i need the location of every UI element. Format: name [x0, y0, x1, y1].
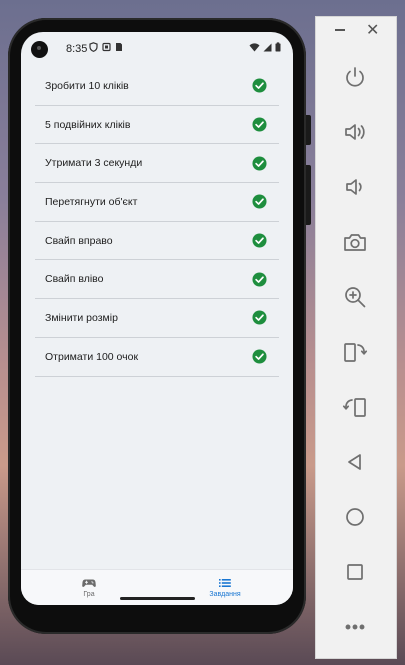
status-notification-icons [89, 42, 123, 52]
rotate-left-icon [344, 343, 368, 362]
front-camera [31, 41, 48, 58]
task-item[interactable]: Свайп вліво [35, 260, 279, 300]
task-label: Свайп вправо [45, 234, 113, 247]
status-system-icons [249, 42, 281, 52]
task-item[interactable]: Змінити розмір [35, 299, 279, 338]
back-button[interactable] [341, 448, 369, 476]
screenshot-button[interactable] [341, 228, 369, 256]
task-label: Зробити 10 кліків [45, 79, 129, 92]
check-circle-icon [252, 233, 267, 248]
phone-power-key [306, 115, 311, 145]
task-label: Отримати 100 очок [45, 350, 139, 363]
status-bar: 8:35 [21, 32, 293, 66]
check-circle-icon [252, 272, 267, 287]
task-item[interactable]: Отримати 100 очок [35, 338, 279, 377]
shield-icon [89, 42, 98, 52]
status-time: 8:35 [66, 43, 88, 55]
sd-card-icon [116, 43, 122, 51]
overview-icon [347, 564, 363, 580]
more-icon [345, 624, 365, 630]
camera-icon [344, 234, 366, 251]
phone-volume-key [306, 165, 311, 225]
check-circle-icon [252, 194, 267, 209]
minimize-icon[interactable] [335, 29, 345, 31]
task-list: Зробити 10 кліків 5 подвійних кліків Утр… [35, 67, 279, 377]
phone-screen: 8:35 Зробити 10 кліків 5 подвійних клікі… [21, 32, 293, 605]
list-icon [219, 579, 231, 587]
volume-down-icon [346, 179, 362, 195]
back-icon [348, 454, 361, 470]
task-label: Утримати 3 секунди [45, 157, 143, 170]
rotate-right-icon [342, 398, 366, 417]
wifi-icon [249, 42, 260, 51]
zoom-icon [345, 287, 366, 308]
volume-up-icon [345, 124, 365, 140]
check-circle-icon [252, 156, 267, 171]
check-circle-icon [252, 310, 267, 325]
check-circle-icon [252, 349, 267, 364]
task-label: 5 подвійних кліків [45, 118, 131, 131]
signal-icon [263, 43, 272, 51]
home-button[interactable] [341, 503, 369, 531]
nav-game-label: Гра [83, 591, 95, 598]
close-icon[interactable]: ✕ [366, 23, 379, 39]
window-controls: ✕ [316, 23, 396, 47]
rotate-right-button[interactable] [341, 393, 369, 421]
gamepad-icon [82, 579, 96, 587]
battery-icon [275, 42, 281, 52]
task-label: Перетягнути об'єкт [45, 195, 138, 208]
nav-tasks-label: Завдання [209, 591, 241, 598]
task-label: Змінити розмір [45, 311, 118, 324]
volume-up-button[interactable] [341, 118, 369, 146]
task-item[interactable]: Утримати 3 секунди [35, 144, 279, 184]
emulator-toolbar: ✕ [315, 16, 397, 659]
task-item[interactable]: Перетягнути об'єкт [35, 183, 279, 222]
screen-icon [102, 42, 111, 52]
zoom-button[interactable] [341, 283, 369, 311]
task-item[interactable]: Свайп вправо [35, 222, 279, 261]
more-button[interactable] [341, 613, 369, 641]
home-icon [346, 508, 364, 526]
gesture-home-bar[interactable] [120, 597, 195, 600]
task-item[interactable]: 5 подвійних кліків [35, 106, 279, 145]
task-label: Свайп вліво [45, 273, 104, 286]
power-icon [346, 67, 364, 87]
task-item[interactable]: Зробити 10 кліків [35, 67, 279, 106]
rotate-left-button[interactable] [341, 338, 369, 366]
power-button[interactable] [341, 63, 369, 91]
check-circle-icon [252, 117, 267, 132]
check-circle-icon [252, 78, 267, 93]
volume-down-button[interactable] [341, 173, 369, 201]
overview-button[interactable] [341, 558, 369, 586]
